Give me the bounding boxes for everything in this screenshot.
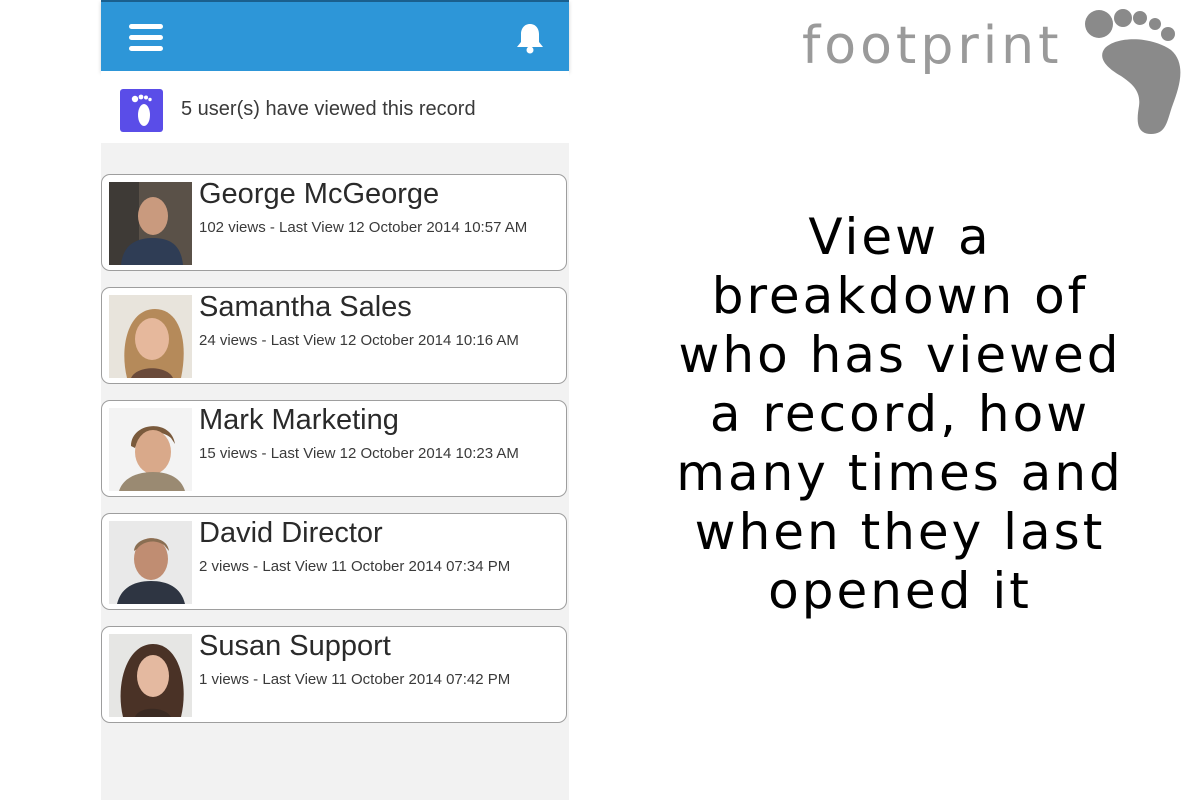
brand-name: footprint bbox=[802, 16, 1063, 76]
viewer-card[interactable]: Susan Support 1 views - Last View 11 Oct… bbox=[101, 626, 567, 723]
viewer-card[interactable]: David Director 2 views - Last View 11 Oc… bbox=[101, 513, 567, 610]
avatar bbox=[109, 295, 192, 378]
tagline-line: when they last bbox=[694, 503, 1106, 561]
viewer-card[interactable]: Samantha Sales 24 views - Last View 12 O… bbox=[101, 287, 567, 384]
tagline-line: many times and bbox=[676, 444, 1124, 502]
footprint-icon bbox=[120, 89, 163, 132]
avatar bbox=[109, 634, 192, 717]
footprint-logo-icon bbox=[1075, 6, 1185, 138]
avatar bbox=[109, 408, 192, 491]
avatar bbox=[109, 521, 192, 604]
tagline-line: View a bbox=[808, 208, 992, 266]
viewer-name: Mark Marketing bbox=[199, 404, 399, 436]
viewer-meta: 1 views - Last View 11 October 2014 07:4… bbox=[199, 671, 511, 688]
viewer-name: David Director bbox=[199, 517, 383, 549]
tagline-line: breakdown of bbox=[711, 267, 1089, 325]
feature-tagline: View a breakdown of who has viewed a rec… bbox=[640, 208, 1160, 621]
hamburger-icon[interactable] bbox=[129, 24, 163, 52]
avatar bbox=[109, 182, 192, 265]
app-header bbox=[101, 0, 569, 71]
view-summary: 5 user(s) have viewed this record bbox=[101, 71, 569, 143]
view-summary-text: 5 user(s) have viewed this record bbox=[181, 98, 476, 120]
viewer-meta: 24 views - Last View 12 October 2014 10:… bbox=[199, 332, 519, 349]
viewer-meta: 102 views - Last View 12 October 2014 10… bbox=[199, 219, 528, 236]
brand-logo: footprint bbox=[800, 9, 1190, 140]
viewer-name: George McGeorge bbox=[199, 178, 440, 210]
viewer-card[interactable]: Mark Marketing 15 views - Last View 12 O… bbox=[101, 400, 567, 497]
viewer-meta: 2 views - Last View 11 October 2014 07:3… bbox=[199, 558, 511, 575]
tagline-line: opened it bbox=[768, 562, 1032, 620]
viewer-name: Susan Support bbox=[199, 630, 391, 662]
phone-screen: 5 user(s) have viewed this record George… bbox=[101, 0, 569, 800]
tagline-line: a record, how bbox=[709, 385, 1091, 443]
viewer-meta: 15 views - Last View 12 October 2014 10:… bbox=[199, 445, 519, 462]
bell-icon[interactable] bbox=[513, 21, 547, 55]
tagline-line: who has viewed bbox=[678, 326, 1122, 384]
viewer-card[interactable]: George McGeorge 102 views - Last View 12… bbox=[101, 174, 567, 271]
viewer-name: Samantha Sales bbox=[199, 291, 412, 323]
viewer-list: George McGeorge 102 views - Last View 12… bbox=[101, 174, 569, 739]
